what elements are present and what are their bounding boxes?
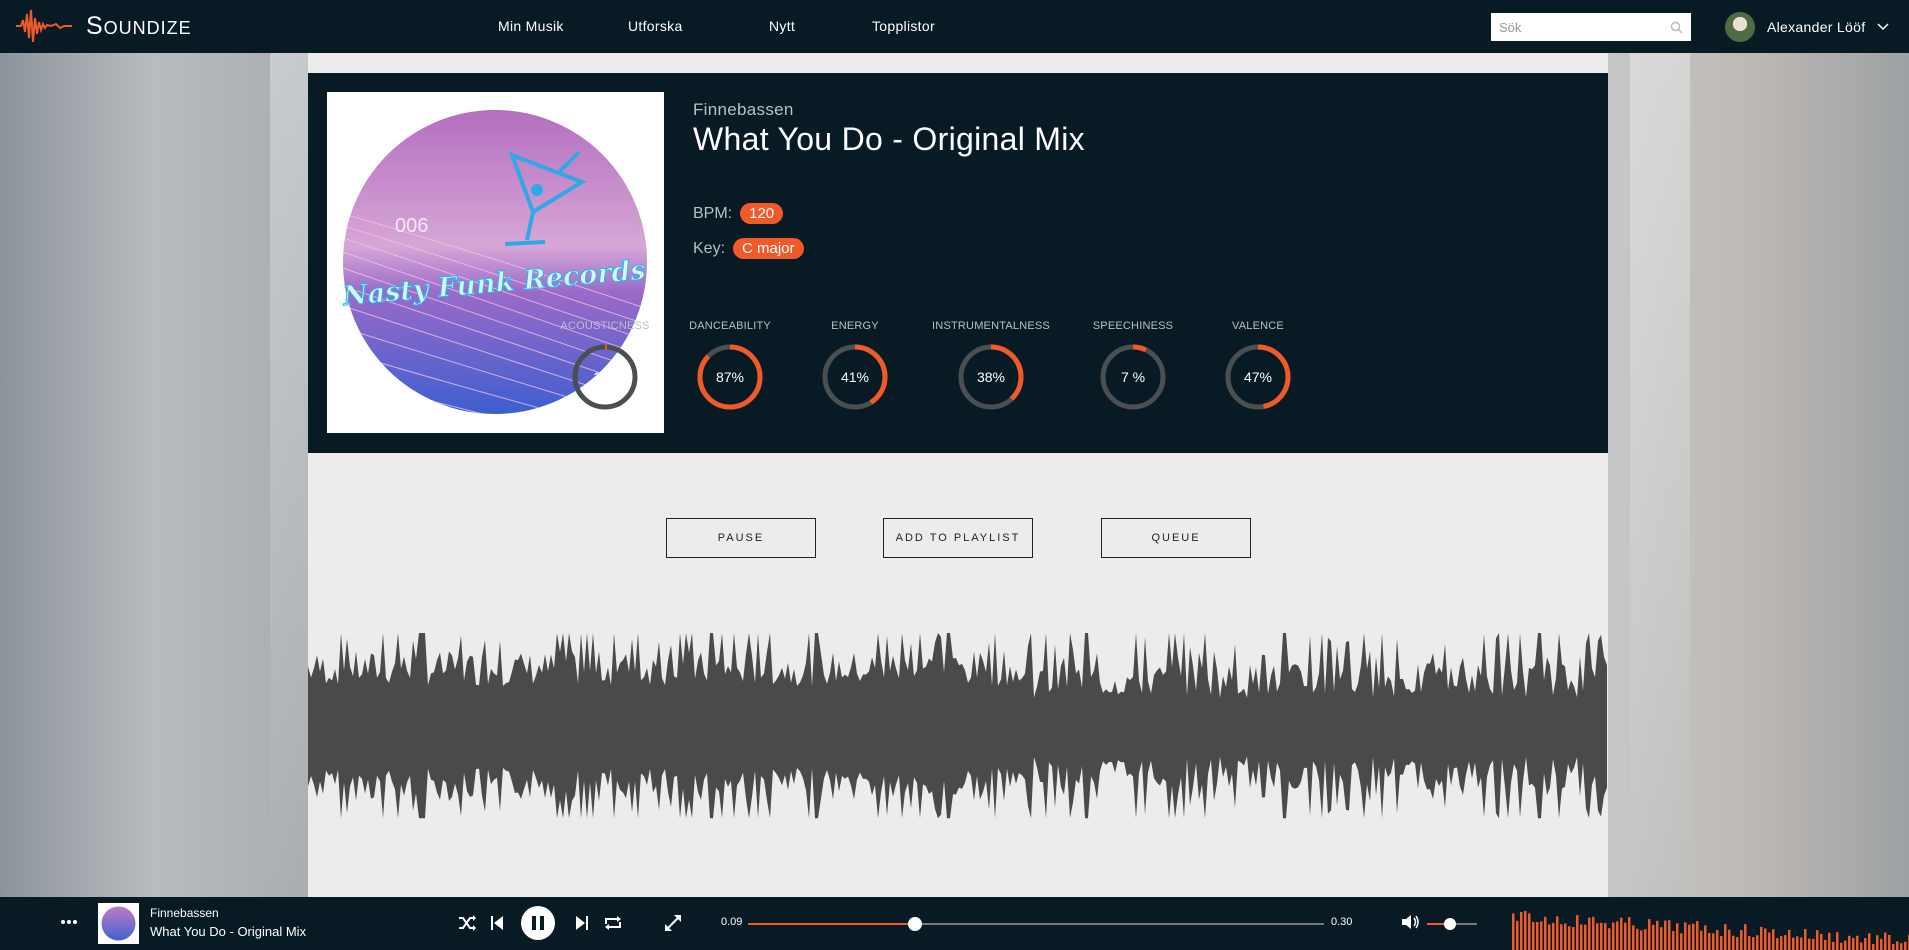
more-icon[interactable] xyxy=(60,919,78,925)
chevron-down-icon[interactable] xyxy=(1877,23,1889,31)
spectrum-visualizer xyxy=(1512,910,1909,950)
feature-value: 87% xyxy=(715,369,745,385)
feature-danceability: DANCEABILITY 87% xyxy=(670,320,790,412)
feature-label: ACOUSTICNESS xyxy=(560,320,650,332)
nav-topplistor[interactable]: Topplistor xyxy=(872,18,935,34)
total-time: 0.30 xyxy=(1331,916,1353,928)
progress-handle[interactable] xyxy=(908,917,923,931)
search-input[interactable]: Sök xyxy=(1491,13,1691,41)
progress-fill xyxy=(748,923,916,925)
logo[interactable]: Soundize xyxy=(16,8,192,44)
progress-track[interactable] xyxy=(748,917,1324,931)
top-navigation-bar: Soundize Min Musik Utforska Nytt Topplis… xyxy=(0,0,1909,53)
feature-value: 7 % xyxy=(1120,369,1146,385)
volume-track[interactable] xyxy=(1427,918,1477,930)
player-artist[interactable]: Finnebassen xyxy=(150,906,219,920)
key-label: Key: xyxy=(693,239,726,257)
feature-ring: 47% xyxy=(1223,342,1293,412)
feature-ring: 41% xyxy=(820,342,890,412)
feature-instrumentalness: INSTRUMENTALNESS 38% xyxy=(931,320,1051,412)
user-menu[interactable]: Alexander Lööf xyxy=(1725,12,1889,42)
feature-value: 41% xyxy=(840,369,870,385)
feature-label: INSTRUMENTALNESS xyxy=(932,320,1050,332)
nav-min-musik[interactable]: Min Musik xyxy=(498,18,564,34)
key-badge: C major xyxy=(733,238,804,259)
nav-nytt[interactable]: Nytt xyxy=(769,18,795,34)
bpm-label: BPM: xyxy=(693,204,733,222)
track-artist[interactable]: Finnebassen xyxy=(693,100,794,120)
play-pause-button[interactable] xyxy=(521,906,555,940)
track-title: What You Do - Original Mix xyxy=(693,121,1085,157)
previous-icon[interactable] xyxy=(491,916,503,930)
elapsed-time: 0.09 xyxy=(721,916,743,928)
avatar[interactable] xyxy=(1725,12,1755,42)
soundwave-logo-icon xyxy=(16,9,72,43)
queue-button[interactable]: QUEUE xyxy=(1101,518,1251,558)
search-icon[interactable] xyxy=(1670,21,1683,34)
player-thumbnail[interactable] xyxy=(98,903,139,944)
feature-label: SPEECHINESS xyxy=(1092,320,1174,332)
key-row: Key: C major xyxy=(693,238,804,259)
add-to-playlist-button[interactable]: ADD TO PLAYLIST xyxy=(883,518,1033,558)
feature-ring: 87% xyxy=(695,342,765,412)
pause-button[interactable]: PAUSE xyxy=(666,518,816,558)
bpm-badge: 120 xyxy=(740,203,784,224)
feature-acousticness: ACOUSTICNESS 1 % xyxy=(545,320,665,412)
feature-value: 47% xyxy=(1243,369,1273,385)
search-placeholder: Sök xyxy=(1499,19,1522,35)
shuffle-icon[interactable] xyxy=(458,915,476,931)
expand-icon[interactable] xyxy=(664,914,682,932)
nav-utforska[interactable]: Utforska xyxy=(628,18,683,34)
feature-label: VALENCE xyxy=(1232,320,1284,332)
cover-number: 006 xyxy=(395,215,428,237)
feature-ring: 1 % xyxy=(570,342,640,412)
volume-icon[interactable] xyxy=(1402,914,1420,930)
player-title[interactable]: What You Do - Original Mix xyxy=(150,924,306,939)
bpm-row: BPM: 120 xyxy=(693,203,784,224)
player-bar: Finnebassen What You Do - Original Mix 0… xyxy=(0,897,1909,950)
feature-ring: 38% xyxy=(956,342,1026,412)
track-panel: 006 Nasty Funk Records Finnebassen What … xyxy=(308,53,1608,898)
waveform[interactable] xyxy=(308,593,1608,863)
track-header: 006 Nasty Funk Records Finnebassen What … xyxy=(308,73,1608,453)
user-name[interactable]: Alexander Lööf xyxy=(1767,19,1865,35)
feature-label: DANCEABILITY xyxy=(689,320,771,332)
next-icon[interactable] xyxy=(576,916,588,930)
feature-label: ENERGY xyxy=(831,320,879,332)
feature-value: 38% xyxy=(976,369,1006,385)
app-name: Soundize xyxy=(86,11,192,40)
volume-handle[interactable] xyxy=(1443,918,1456,930)
repeat-icon[interactable] xyxy=(604,915,622,931)
feature-valence: VALENCE 47% xyxy=(1198,320,1318,412)
pause-icon xyxy=(532,916,544,930)
feature-speechiness: SPEECHINESS 7 % xyxy=(1073,320,1193,412)
feature-value: 1 % xyxy=(592,369,618,385)
feature-energy: ENERGY 41% xyxy=(795,320,915,412)
feature-ring: 7 % xyxy=(1098,342,1168,412)
